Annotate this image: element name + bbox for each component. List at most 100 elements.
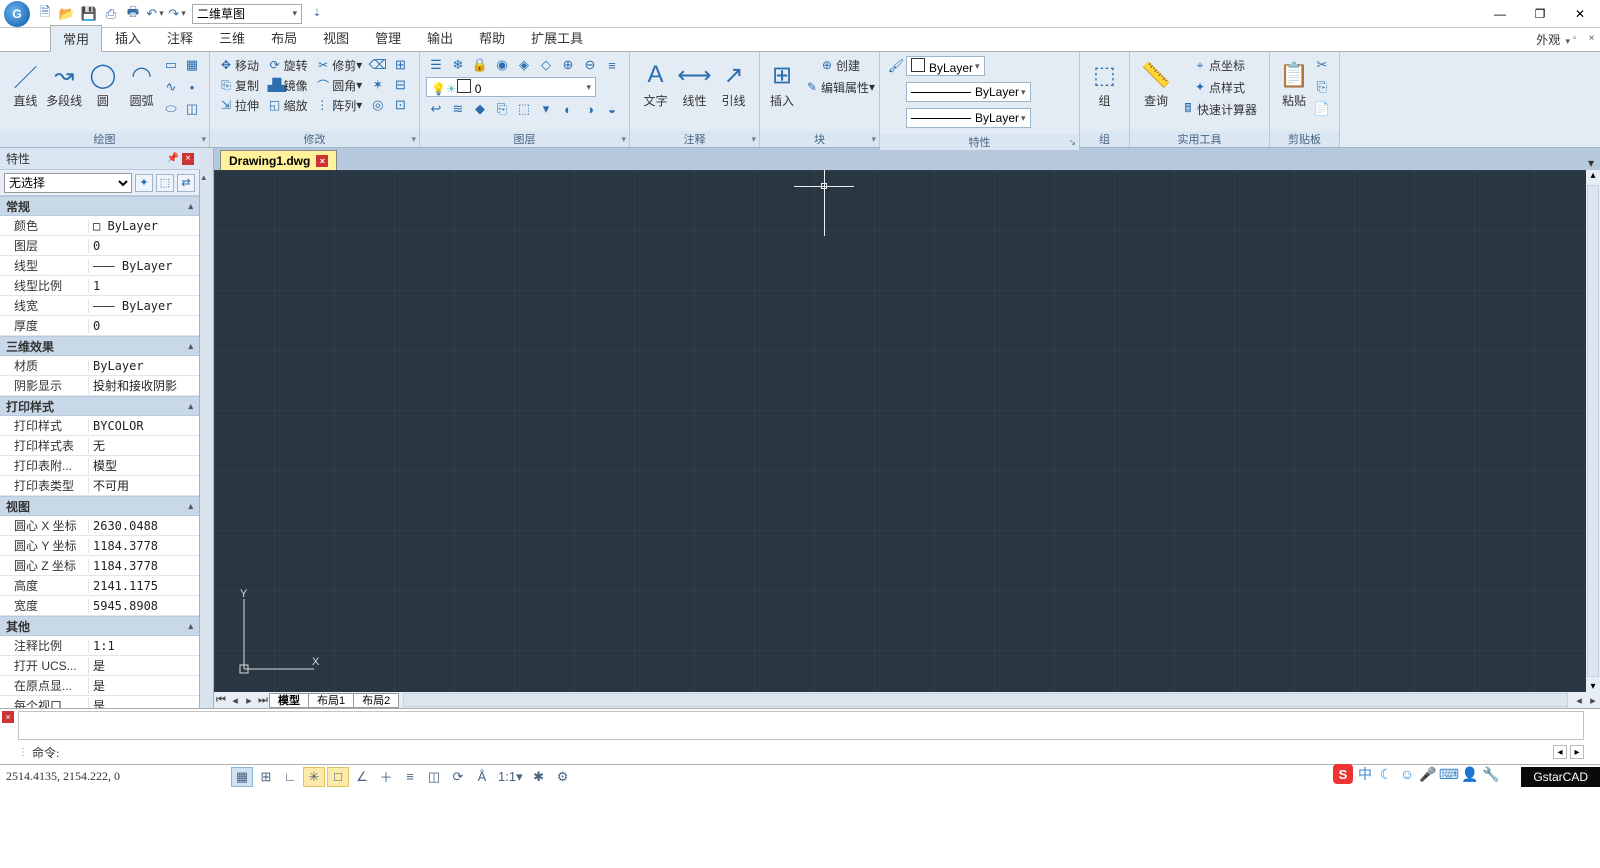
property-row[interactable]: 图层0 (0, 236, 199, 256)
block-editattr-button[interactable]: ✎编辑属性 ▾ (802, 77, 878, 97)
dyn-toggle[interactable]: ＋ (375, 767, 397, 787)
text-button[interactable]: A文字 (636, 55, 675, 127)
property-row[interactable]: 阴影显示投射和接收阴影 (0, 376, 199, 396)
ribbon-tab[interactable]: 布局 (258, 24, 310, 51)
layer-prev-icon[interactable]: ↩ (426, 99, 446, 119)
ribbon-tab[interactable]: 输出 (414, 24, 466, 51)
vertical-scrollbar[interactable]: ▴▾ (1586, 170, 1600, 692)
move-button[interactable]: ✥移动 (216, 55, 262, 75)
pointcoord-button[interactable]: ⌖点坐标 (1178, 55, 1260, 75)
command-history[interactable] (18, 711, 1584, 740)
layer-walk-icon[interactable]: ◇ (536, 55, 556, 75)
cycle-toggle[interactable]: ⟳ (447, 767, 469, 787)
layer-copy-icon[interactable]: ⎘ (492, 99, 512, 119)
modify-misc1-icon[interactable]: ⊞ (390, 55, 410, 75)
saveas-icon[interactable]: ⎙ (101, 4, 121, 24)
workspace-selector[interactable]: 二维草图▾ (192, 4, 302, 24)
annoauto-toggle[interactable]: ⚙ (552, 767, 574, 787)
circle-button[interactable]: ◯圆 (84, 55, 123, 127)
copy-button[interactable]: ⎘复制 (216, 75, 262, 95)
annovis-toggle[interactable]: ✱ (528, 767, 550, 787)
cmd-scroll-left-icon[interactable]: ◂ (1553, 745, 1567, 759)
ribbon-minimize-icon[interactable]: – (1551, 32, 1564, 45)
layout-tab[interactable]: 模型 (269, 693, 309, 708)
document-tab[interactable]: Drawing1.dwg × (220, 150, 337, 170)
gutter-up-icon[interactable]: ▴ (202, 172, 212, 182)
ribbon-tab[interactable]: 管理 (362, 24, 414, 51)
command-close-icon[interactable]: × (2, 711, 14, 723)
minimize-button[interactable]: — (1480, 0, 1520, 28)
layer-selector[interactable]: 💡☀0▾ (426, 77, 596, 97)
property-row[interactable]: 圆心 Y 坐标1184.3778 (0, 536, 199, 556)
tab-menu-icon[interactable]: ▾ (1588, 156, 1594, 170)
app-logo[interactable]: G (4, 1, 30, 27)
property-row[interactable]: 圆心 X 坐标2630.0488 (0, 516, 199, 536)
command-input[interactable] (59, 745, 1553, 760)
property-row[interactable]: 圆心 Z 坐标1184.3778 (0, 556, 199, 576)
grid-toggle[interactable]: ⊞ (255, 767, 277, 787)
rectangle-icon[interactable]: ▭ (161, 55, 181, 75)
property-category-header[interactable]: 视图▴ (0, 496, 199, 516)
ime-person-icon[interactable]: 👤 (1461, 765, 1479, 783)
ribbon-tab[interactable]: 注释 (154, 24, 206, 51)
measure-button[interactable]: 📏查询 (1136, 55, 1176, 127)
fillet-button[interactable]: ⌒圆角 ▾ (313, 75, 365, 95)
layer-match-icon[interactable]: ≋ (448, 99, 468, 119)
property-row[interactable]: 打印表类型不可用 (0, 476, 199, 496)
ime-toolbar[interactable]: S 中 ☾ ☺ 🎤 ⌨ 👤 🔧 (1333, 764, 1500, 784)
snap-toggle[interactable]: ▦ (231, 767, 253, 787)
pointstyle-button[interactable]: ✦点样式 (1178, 77, 1260, 97)
property-row[interactable]: 打开 UCS...是 (0, 656, 199, 676)
layer-more3-icon[interactable]: ◑ (580, 99, 600, 119)
toggle-pickadd-icon[interactable]: ⇄ (177, 174, 195, 192)
property-row[interactable]: 打印样式BYCOLOR (0, 416, 199, 436)
rotate-button[interactable]: ⟳旋转 (265, 55, 311, 75)
layer-isolate-icon[interactable]: ◈ (514, 55, 534, 75)
print-icon[interactable]: 🖶 (123, 4, 143, 24)
property-row[interactable]: 在原点显...是 (0, 676, 199, 696)
annoscale-display[interactable]: 1:1 ▾ (495, 767, 526, 787)
linetype-selector[interactable]: ByLayer▾ (906, 82, 1031, 102)
property-row[interactable]: 线宽——— ByLayer (0, 296, 199, 316)
offset-icon[interactable]: ◎ (368, 95, 388, 115)
layer-freeze-icon[interactable]: ❄ (448, 55, 468, 75)
props-dialog-launcher-icon[interactable]: ↘ (1068, 137, 1076, 148)
tab-last-icon[interactable]: ⏭ (256, 694, 270, 707)
hatch-icon[interactable]: ▦ (182, 55, 202, 75)
ribbon-close-icon[interactable]: × (1585, 32, 1598, 45)
layer-off-icon[interactable]: ◉ (492, 55, 512, 75)
block-create-button[interactable]: ⊕创建 (802, 55, 878, 75)
property-row[interactable]: 打印样式表无 (0, 436, 199, 456)
pin-icon[interactable]: 📌 (167, 153, 179, 165)
lwt-toggle[interactable]: ≡ (399, 767, 421, 787)
modify-misc2-icon[interactable]: ⊟ (390, 75, 410, 95)
ribbon-tab[interactable]: 扩展工具 (518, 24, 596, 51)
property-category-header[interactable]: 常规▴ (0, 196, 199, 216)
property-row[interactable]: 宽度5945.8908 (0, 596, 199, 616)
line-button[interactable]: ／直线 (6, 55, 45, 127)
layer-lock-icon[interactable]: 🔒 (470, 55, 490, 75)
block-insert-button[interactable]: ⊞插入 (766, 55, 798, 127)
qat-more-icon[interactable]: ⇣ (307, 4, 327, 24)
save-icon[interactable]: 💾 (79, 4, 99, 24)
stretch-button[interactable]: ⇲拉伸 (216, 95, 262, 115)
cmd-scroll-right-icon[interactable]: ▸ (1570, 745, 1584, 759)
panel-close-icon[interactable]: × (182, 153, 194, 165)
ime-lang-icon[interactable]: 中 (1356, 765, 1374, 783)
copy-clip-icon[interactable]: ⎘ (1312, 77, 1332, 97)
tab-next-icon[interactable]: ▸ (242, 694, 256, 707)
scale-button[interactable]: ◱缩放 (265, 95, 311, 115)
region-icon[interactable]: ◫ (182, 99, 202, 119)
property-category-header[interactable]: 打印样式▴ (0, 396, 199, 416)
coordinates-display[interactable]: 2514.4135, 2154.222, 0 (0, 769, 230, 784)
ime-keyboard-icon[interactable]: ⌨ (1440, 765, 1458, 783)
ime-moon-icon[interactable]: ☾ (1377, 765, 1395, 783)
ribbon-tab[interactable]: 常用 (50, 25, 102, 52)
array-button[interactable]: ⋮⋮阵列 ▾ (313, 95, 365, 115)
command-line[interactable]: ⋮ 命令: ◂▸ (18, 742, 1584, 762)
color-selector[interactable]: ByLayer▾ (906, 56, 985, 76)
transparency-toggle[interactable]: ◫ (423, 767, 445, 787)
select-objects-icon[interactable]: ⬚ (156, 174, 174, 192)
arc-button[interactable]: ◠圆弧 (122, 55, 161, 127)
horizontal-scrollbar[interactable] (403, 693, 1568, 707)
